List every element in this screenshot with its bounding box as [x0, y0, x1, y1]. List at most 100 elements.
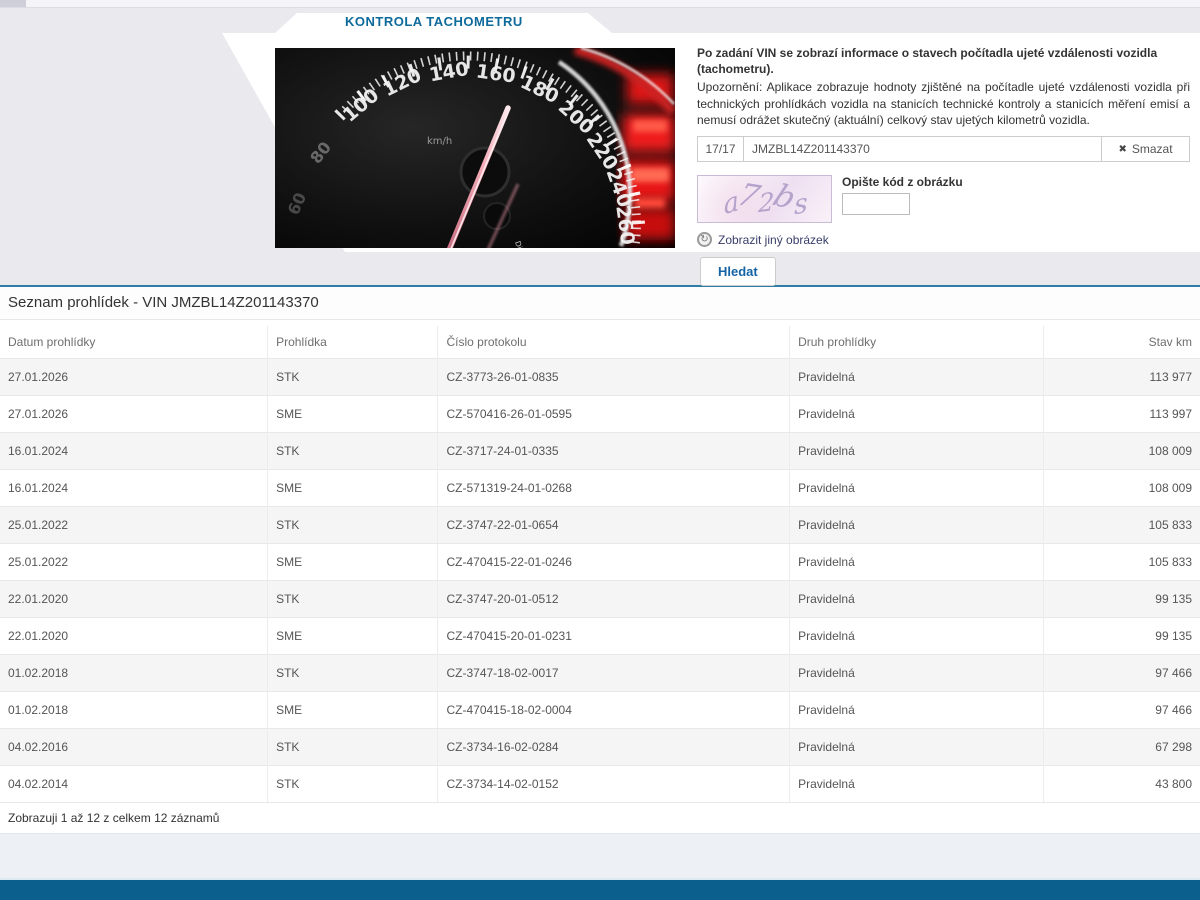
- odometer-check-page: KONTROLA TACHOMETRU 100 120 140 160 180 …: [0, 0, 1200, 900]
- cell-date: 25.01.2022: [0, 543, 268, 581]
- column-header-protocol: Číslo protokolu: [437, 326, 790, 359]
- cell-inspection: STK: [267, 432, 438, 470]
- cell-type: Pravidelná: [789, 654, 1044, 692]
- cell-protocol: CZ-470415-20-01-0231: [437, 617, 790, 655]
- cell-date: 22.01.2020: [0, 617, 268, 655]
- page-title: KONTROLA TACHOMETRU: [345, 14, 523, 29]
- table-row: 04.02.2016 STK CZ-3734-16-02-0284 Pravideln…: [0, 728, 1200, 766]
- cell-inspection: SME: [267, 691, 438, 729]
- cell-date: 01.02.2018: [0, 654, 268, 692]
- cell-type: Pravidelná: [789, 543, 1044, 581]
- cell-date: 01.02.2018: [0, 691, 268, 729]
- table-header-row: Datum prohlídky Prohlídka Číslo protokol…: [0, 326, 1200, 359]
- cell-protocol: CZ-470415-18-02-0004: [437, 691, 790, 729]
- cell-date: 25.01.2022: [0, 506, 268, 544]
- cell-date: 16.01.2024: [0, 469, 268, 507]
- table-row: 27.01.2026 STK CZ-3773-26-01-0835 Pravideln…: [0, 358, 1200, 396]
- cell-km: 113 977: [1043, 358, 1200, 396]
- cell-protocol: CZ-3747-20-01-0512: [437, 580, 790, 618]
- cell-date: 27.01.2026: [0, 395, 268, 433]
- column-header-km: Stav km: [1043, 326, 1200, 359]
- cell-km: 43 800: [1043, 765, 1200, 802]
- cell-protocol: CZ-3734-16-02-0284: [437, 728, 790, 766]
- clear-button[interactable]: ✖ Smazat: [1101, 137, 1189, 162]
- cell-km: 67 298: [1043, 728, 1200, 766]
- cell-type: Pravidelná: [789, 691, 1044, 729]
- cell-type: Pravidelná: [789, 395, 1044, 433]
- cell-protocol: CZ-3747-18-02-0017: [437, 654, 790, 692]
- cell-date: 04.02.2016: [0, 728, 268, 766]
- results-heading: Seznam prohlídek - VIN JMZBL14Z201143370: [0, 287, 1200, 320]
- cell-protocol: CZ-571319-24-01-0268: [437, 469, 790, 507]
- cell-type: Pravidelná: [789, 617, 1044, 655]
- cell-km: 97 466: [1043, 691, 1200, 729]
- cell-inspection: STK: [267, 358, 438, 396]
- speedometer-image: 100120140160180200220240260 8060 km/h Di…: [275, 48, 675, 248]
- search-button[interactable]: Hledat: [700, 257, 776, 287]
- cell-km: 105 833: [1043, 543, 1200, 581]
- cell-date: 27.01.2026: [0, 358, 268, 396]
- cell-date: 22.01.2020: [0, 580, 268, 618]
- refresh-icon: ↻: [697, 232, 712, 248]
- table-row: 01.02.2018 SME CZ-470415-18-02-0004 Pravide…: [0, 691, 1200, 729]
- top-strip-corner: [0, 0, 26, 7]
- page-header: KONTROLA TACHOMETRU 100 120 140 160 180 …: [0, 0, 1200, 287]
- refresh-captcha-link[interactable]: ↻ Zobrazit jiný obrázek: [697, 232, 829, 248]
- cell-km: 108 009: [1043, 432, 1200, 470]
- clear-button-label: Smazat: [1131, 142, 1173, 157]
- cell-km: 113 997: [1043, 395, 1200, 433]
- cell-type: Pravidelná: [789, 765, 1044, 802]
- vin-input-group: 17/17 ✖ Smazat: [697, 136, 1190, 163]
- column-header-date: Datum prohlídky: [8, 335, 96, 349]
- captcha-code-text: a72bs: [721, 176, 809, 221]
- cell-type: Pravidelná: [789, 358, 1044, 396]
- cell-inspection: STK: [267, 506, 438, 544]
- table-row: 25.01.2022 SME CZ-470415-22-01-0246 Pravide…: [0, 543, 1200, 581]
- cell-protocol: CZ-3734-14-02-0152: [437, 765, 790, 802]
- table-row: 16.01.2024 SME CZ-571319-24-01-0268 Pravide…: [0, 469, 1200, 507]
- cell-type: Pravidelná: [789, 469, 1044, 507]
- cell-protocol: CZ-3773-26-01-0835: [437, 358, 790, 396]
- column-header-type: Druh prohlídky: [789, 326, 1044, 359]
- table-row: 27.01.2026 SME CZ-570416-26-01-0595 Pravide…: [0, 395, 1200, 433]
- captcha-label: Opište kód z obrázku: [842, 175, 963, 190]
- cell-km: 108 009: [1043, 469, 1200, 507]
- cell-type: Pravidelná: [789, 580, 1044, 618]
- gauge-unit-label: km/h: [427, 136, 452, 147]
- cell-protocol: CZ-470415-22-01-0246: [437, 543, 790, 581]
- top-strip: [0, 0, 1200, 8]
- vin-char-counter: 17/17: [698, 137, 744, 162]
- cell-type: Pravidelná: [789, 432, 1044, 470]
- clear-x-icon: ✖: [1118, 143, 1127, 155]
- vin-input[interactable]: [744, 137, 1101, 162]
- cell-date: 16.01.2024: [0, 432, 268, 470]
- search-form: Po zadání VIN se zobrazí informace o sta…: [697, 45, 1190, 287]
- inspections-table: Datum prohlídky Prohlídka Číslo protokol…: [0, 326, 1200, 802]
- cell-inspection: SME: [267, 543, 438, 581]
- cell-inspection: SME: [267, 617, 438, 655]
- cell-inspection: STK: [267, 654, 438, 692]
- cell-km: 99 135: [1043, 580, 1200, 618]
- cell-km: 97 466: [1043, 654, 1200, 692]
- results-panel: Seznam prohlídek - VIN JMZBL14Z201143370…: [0, 285, 1200, 833]
- captcha-input[interactable]: [842, 193, 910, 216]
- cell-km: 99 135: [1043, 617, 1200, 655]
- intro-lead: Po zadání VIN se zobrazí informace o sta…: [697, 46, 1158, 77]
- footer-strip: [0, 833, 1200, 880]
- cell-km: 105 833: [1043, 506, 1200, 544]
- column-header-inspection: Prohlídka: [267, 326, 438, 359]
- table-row: 16.01.2024 STK CZ-3717-24-01-0335 Pravideln…: [0, 432, 1200, 470]
- records-count-text: Zobrazuji 1 až 12 z celkem 12 záznamů: [0, 802, 1200, 833]
- cell-inspection: SME: [267, 469, 438, 507]
- table-row: 25.01.2022 STK CZ-3747-22-01-0654 Pravideln…: [0, 506, 1200, 544]
- cell-type: Pravidelná: [789, 728, 1044, 766]
- captcha-zone: a72bs Opište kód z obrázku: [697, 175, 1190, 224]
- cell-protocol: CZ-3717-24-01-0335: [437, 432, 790, 470]
- cell-date: 04.02.2014: [0, 765, 268, 802]
- footer-bar: [0, 880, 1200, 900]
- table-row: 01.02.2018 STK CZ-3747-18-02-0017 Pravideln…: [0, 654, 1200, 692]
- table-row: 22.01.2020 SME CZ-470415-20-01-0231 Pravide…: [0, 617, 1200, 655]
- table-row: 04.02.2014 STK CZ-3734-14-02-0152 Pravideln…: [0, 765, 1200, 802]
- captcha-image: a72bs: [697, 175, 832, 224]
- cell-inspection: STK: [267, 580, 438, 618]
